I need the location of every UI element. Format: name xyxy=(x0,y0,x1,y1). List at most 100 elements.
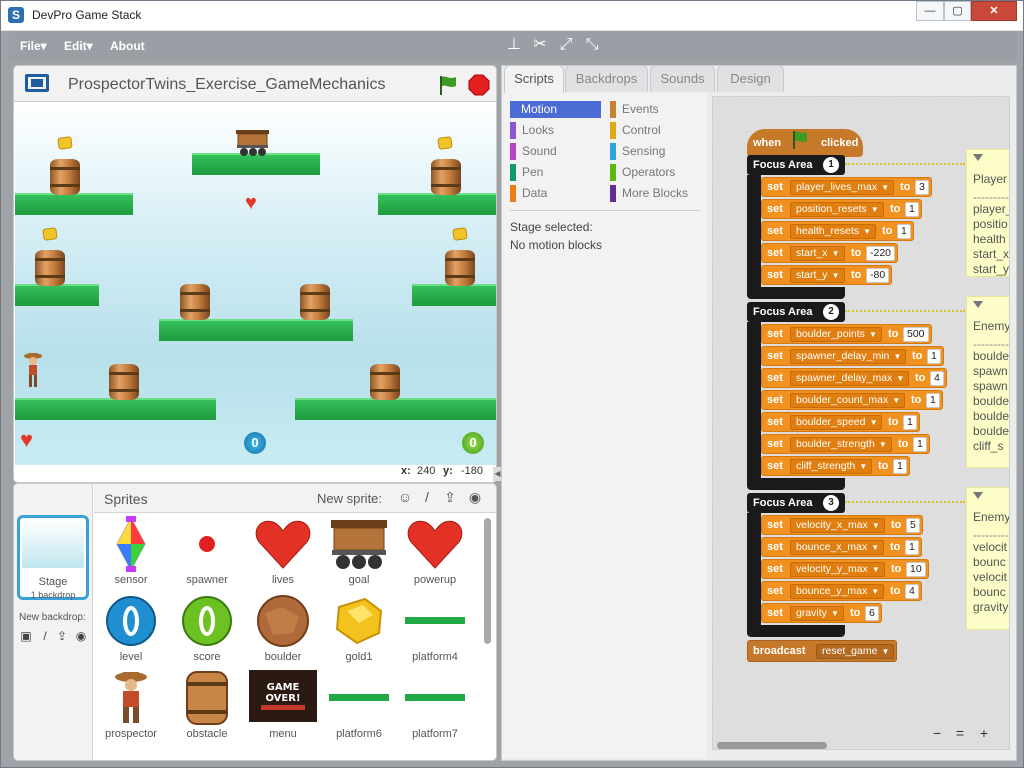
sprite-prospector[interactable]: prospector xyxy=(93,670,169,746)
variable-dropdown[interactable]: boulder_points xyxy=(790,327,882,342)
category-sound[interactable]: Sound xyxy=(510,143,601,160)
broadcast-dropdown[interactable]: reset_game xyxy=(816,644,895,659)
stamp-icon[interactable]: ⊥ xyxy=(504,35,524,55)
set-variable-block[interactable]: set boulder_points to 500 xyxy=(761,324,932,344)
set-variable-block[interactable]: set boulder_count_max to 1 xyxy=(761,390,943,410)
sprite-library-icon[interactable]: ☺ xyxy=(396,488,414,506)
value-input[interactable]: 1 xyxy=(897,224,911,239)
camera-backdrop-icon[interactable]: ◉ xyxy=(74,629,88,643)
scripts-area[interactable]: when clicked Focus Area 1 Player ----------… xyxy=(712,96,1010,750)
value-input[interactable]: 5 xyxy=(906,518,920,533)
scripts-scrollbar[interactable] xyxy=(717,742,827,749)
value-input[interactable]: 3 xyxy=(915,180,929,195)
presentation-mode-icon[interactable] xyxy=(25,74,49,92)
category-operators[interactable]: Operators xyxy=(610,164,701,181)
stop-icon[interactable] xyxy=(468,74,490,96)
collapse-triangle-icon[interactable] xyxy=(973,301,983,308)
grow-icon[interactable]: ⤢ xyxy=(556,35,576,55)
value-input[interactable]: -80 xyxy=(866,268,890,283)
comment-note[interactable]: Player ---------- player_ positio health star… xyxy=(966,149,1009,277)
variable-dropdown[interactable]: boulder_speed xyxy=(790,415,883,430)
scissors-icon[interactable]: ✂ xyxy=(530,35,550,55)
set-variable-block[interactable]: set cliff_strength to 1 xyxy=(761,456,910,476)
value-input[interactable]: -220 xyxy=(866,246,896,261)
set-variable-block[interactable]: set boulder_strength to 1 xyxy=(761,434,930,454)
set-variable-block[interactable]: set bounce_x_max to 1 xyxy=(761,537,922,557)
focus-area-block[interactable]: Focus Area 2 xyxy=(747,302,845,322)
sprite-level[interactable]: level xyxy=(93,593,169,669)
set-variable-block[interactable]: set player_lives_max to 3 xyxy=(761,177,932,197)
set-variable-block[interactable]: set bounce_y_max to 4 xyxy=(761,581,922,601)
variable-dropdown[interactable]: health_resets xyxy=(790,224,877,239)
variable-dropdown[interactable]: velocity_y_max xyxy=(790,562,885,577)
sprite-powerup[interactable]: powerup xyxy=(397,516,473,592)
category-control[interactable]: Control xyxy=(610,122,701,139)
comment-note[interactable]: Enemy ---------- boulde spawn spawn boulde bou… xyxy=(966,296,1009,468)
sprite-sensor[interactable]: sensor xyxy=(93,516,169,592)
camera-sprite-icon[interactable]: ◉ xyxy=(466,488,484,506)
variable-dropdown[interactable]: player_lives_max xyxy=(790,180,895,195)
sprite-menu[interactable]: GAME OVER! menu xyxy=(245,670,321,746)
sprite-score[interactable]: score xyxy=(169,593,245,669)
set-variable-block[interactable]: set spawner_delay_max to 4 xyxy=(761,368,947,388)
stage-thumbnail[interactable]: Stage 1 backdrop xyxy=(17,515,89,600)
value-input[interactable]: 1 xyxy=(903,415,917,430)
paint-sprite-icon[interactable]: / xyxy=(418,488,436,506)
set-variable-block[interactable]: set start_x to -220 xyxy=(761,243,898,263)
value-input[interactable]: 1 xyxy=(905,202,919,217)
value-input[interactable]: 10 xyxy=(906,562,926,577)
zoom-in-icon[interactable]: + xyxy=(975,724,993,742)
collapse-triangle-icon[interactable] xyxy=(973,492,983,499)
value-input[interactable]: 1 xyxy=(927,349,941,364)
tab-sounds[interactable]: Sounds xyxy=(650,65,715,92)
minimize-button[interactable]: — xyxy=(916,1,944,21)
focus-area-block[interactable]: Focus Area 3 xyxy=(747,493,845,513)
sprite-platform7[interactable]: platform7 xyxy=(397,670,473,746)
set-variable-block[interactable]: set boulder_speed to 1 xyxy=(761,412,920,432)
set-variable-block[interactable]: set gravity to 6 xyxy=(761,603,882,623)
menu-edit[interactable]: Edit▾ xyxy=(64,39,93,53)
shrink-icon[interactable]: ⤡ xyxy=(582,35,602,55)
when-flag-clicked-block[interactable]: when clicked xyxy=(747,129,863,157)
set-variable-block[interactable]: set health_resets to 1 xyxy=(761,221,914,241)
paint-backdrop-icon[interactable]: / xyxy=(38,629,52,643)
sprite-gold1[interactable]: gold1 xyxy=(321,593,397,669)
category-motion[interactable]: Motion xyxy=(510,101,601,118)
variable-dropdown[interactable]: boulder_strength xyxy=(790,437,892,452)
variable-dropdown[interactable]: spawner_delay_max xyxy=(790,371,910,386)
sprite-obstacle[interactable]: obstacle xyxy=(169,670,245,746)
variable-dropdown[interactable]: spawner_delay_min xyxy=(790,349,907,364)
category-sensing[interactable]: Sensing xyxy=(610,143,701,160)
set-variable-block[interactable]: set spawner_delay_min to 1 xyxy=(761,346,944,366)
value-input[interactable]: 1 xyxy=(905,540,919,555)
variable-dropdown[interactable]: bounce_y_max xyxy=(790,584,885,599)
category-events[interactable]: Events xyxy=(610,101,701,118)
variable-dropdown[interactable]: start_y xyxy=(790,268,845,283)
sprite-platform4[interactable]: platform4 xyxy=(397,593,473,669)
green-flag-icon[interactable] xyxy=(437,74,459,96)
value-input[interactable]: 1 xyxy=(926,393,940,408)
focus-area-block[interactable]: Focus Area 1 xyxy=(747,155,845,175)
value-input[interactable]: 1 xyxy=(913,437,927,452)
sprites-scrollbar[interactable] xyxy=(484,518,491,644)
value-input[interactable]: 1 xyxy=(893,459,907,474)
category-pen[interactable]: Pen xyxy=(510,164,601,181)
set-variable-block[interactable]: set velocity_x_max to 5 xyxy=(761,515,923,535)
variable-dropdown[interactable]: velocity_x_max xyxy=(790,518,885,533)
tab-design[interactable]: Design xyxy=(717,65,784,92)
collapse-triangle-icon[interactable] xyxy=(973,154,983,161)
upload-backdrop-icon[interactable]: ⇪ xyxy=(55,629,69,643)
variable-dropdown[interactable]: position_resets xyxy=(790,202,884,217)
sprite-goal[interactable]: goal xyxy=(321,516,397,592)
upload-sprite-icon[interactable]: ⇪ xyxy=(441,488,459,506)
sprite-platform6[interactable]: platform6 xyxy=(321,670,397,746)
value-input[interactable]: 500 xyxy=(903,327,929,342)
variable-dropdown[interactable]: gravity xyxy=(790,606,844,621)
sprite-boulder[interactable]: boulder xyxy=(245,593,321,669)
menu-file[interactable]: File▾ xyxy=(20,39,47,53)
set-variable-block[interactable]: set start_y to -80 xyxy=(761,265,892,285)
variable-dropdown[interactable]: boulder_count_max xyxy=(790,393,906,408)
value-input[interactable]: 4 xyxy=(930,371,944,386)
value-input[interactable]: 6 xyxy=(865,606,879,621)
category-looks[interactable]: Looks xyxy=(510,122,601,139)
